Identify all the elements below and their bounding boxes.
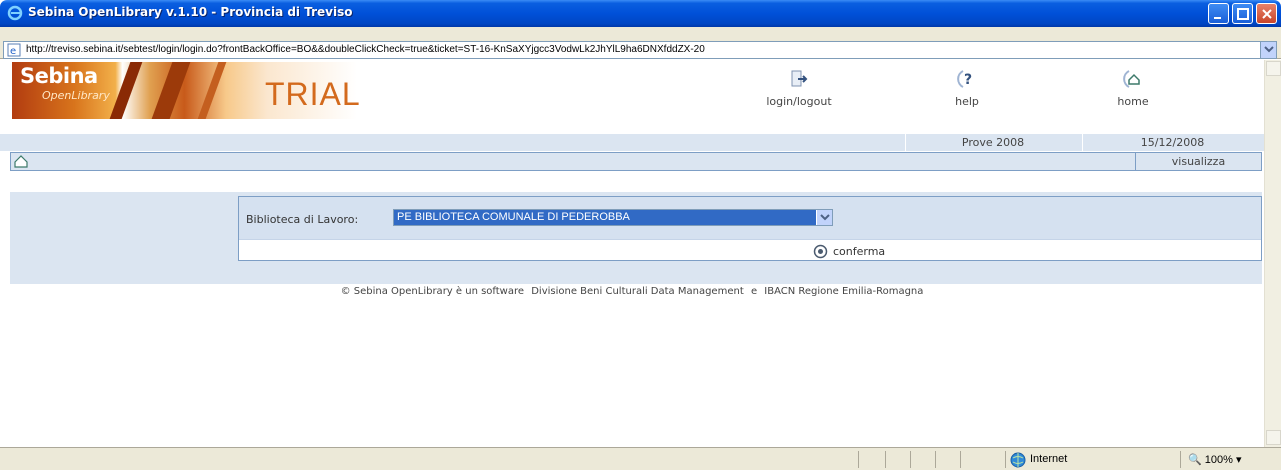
library-select[interactable]: PE BIBLIOTECA COMUNALE DI PEDEROBBA — [393, 209, 833, 226]
footer-org-dbc[interactable]: Divisione Beni Culturali Data Management — [531, 286, 744, 297]
page-header: Sebina OpenLibrary TRIAL login/logout ? … — [0, 60, 1264, 134]
breadcrumb: visualizza — [10, 152, 1262, 171]
nav-help[interactable]: ? help — [907, 69, 1027, 108]
view-button[interactable]: visualizza — [1135, 153, 1261, 170]
current-date: 15/12/2008 — [1082, 134, 1262, 151]
status-divider — [960, 451, 961, 468]
library-select-dropdown[interactable] — [816, 210, 832, 225]
globe-icon — [1010, 452, 1026, 468]
footer-org-ibacn[interactable]: IBACN Regione Emilia-Romagna — [764, 286, 923, 297]
status-bar: Internet 🔍 100% ▾ — [0, 447, 1281, 470]
breadcrumb-home-icon[interactable] — [14, 155, 28, 168]
ie-logo-icon — [7, 5, 23, 21]
home-icon — [1123, 70, 1140, 88]
window-title-bar[interactable]: Sebina OpenLibrary v.1.10 - Provincia di… — [0, 0, 1281, 27]
working-year: Prove 2008 — [905, 134, 1080, 151]
confirm-radio-icon — [813, 244, 828, 259]
window-title: Sebina OpenLibrary v.1.10 - Provincia di… — [28, 5, 353, 19]
address-dropdown-button[interactable] — [1260, 42, 1276, 58]
status-divider — [858, 451, 859, 468]
library-form: Biblioteca di Lavoro: PE BIBLIOTECA COMU… — [238, 196, 1262, 261]
svg-text:e: e — [10, 46, 16, 57]
chevron-down-icon — [820, 214, 830, 221]
svg-text:?: ? — [964, 72, 972, 88]
nav-login-logout[interactable]: login/logout — [739, 69, 859, 108]
status-divider — [910, 451, 911, 468]
nav-home-label: home — [1117, 95, 1149, 108]
nav-home[interactable]: home — [1073, 69, 1193, 108]
status-divider — [1005, 451, 1006, 468]
address-url: http://treviso.sebina.it/sebtest/login/l… — [26, 44, 705, 55]
nav-help-label: help — [955, 95, 979, 108]
nav-login-logout-label: login/logout — [766, 95, 832, 108]
security-zone-label: Internet — [1030, 453, 1068, 465]
close-button[interactable] — [1256, 3, 1277, 24]
minimize-icon — [1214, 17, 1221, 19]
footer-conjunction: e — [750, 286, 758, 297]
login-logout-icon — [791, 70, 808, 87]
brand-subtitle: OpenLibrary — [42, 89, 110, 102]
close-icon — [1262, 9, 1272, 19]
page-icon: e — [7, 43, 21, 57]
minimize-button[interactable] — [1208, 3, 1229, 24]
help-icon: ? — [957, 70, 972, 88]
scroll-down-button[interactable] — [1266, 430, 1281, 445]
sebina-logo: Sebina OpenLibrary TRIAL — [12, 62, 360, 119]
chevron-down-icon — [1264, 46, 1274, 53]
page-viewport: Sebina OpenLibrary TRIAL login/logout ? … — [0, 60, 1264, 447]
address-bar: e http://treviso.sebina.it/sebtest/login… — [0, 27, 1281, 59]
footer-copyright: © Sebina OpenLibrary è un software — [340, 286, 525, 297]
maximize-icon — [1237, 8, 1249, 20]
page-footer: © Sebina OpenLibrary è un software Divis… — [0, 286, 1264, 297]
info-row: Prove 2008 15/12/2008 — [0, 134, 1264, 151]
scroll-up-button[interactable] — [1266, 61, 1281, 76]
library-select-value: PE BIBLIOTECA COMUNALE DI PEDEROBBA — [397, 211, 630, 223]
library-label: Biblioteca di Lavoro: — [246, 213, 359, 226]
edition-label: TRIAL — [265, 76, 361, 112]
brand-name: Sebina — [20, 64, 98, 88]
zoom-value: 100% — [1204, 454, 1233, 466]
vertical-scrollbar[interactable] — [1264, 60, 1281, 447]
confirm-label: conferma — [833, 245, 886, 258]
zoom-level[interactable]: 🔍 100% ▾ — [1188, 453, 1241, 466]
address-input[interactable]: e http://treviso.sebina.it/sebtest/login… — [3, 41, 1277, 59]
status-divider — [1180, 451, 1181, 468]
status-divider — [885, 451, 886, 468]
library-row: Biblioteca di Lavoro: PE BIBLIOTECA COMU… — [239, 197, 1261, 240]
maximize-button[interactable] — [1232, 3, 1253, 24]
status-divider — [935, 451, 936, 468]
